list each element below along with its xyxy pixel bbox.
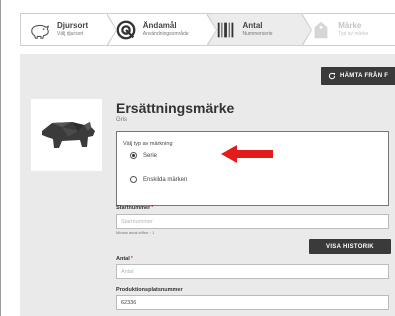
page-title: Ersättningsmärke <box>116 100 235 116</box>
step-title: Antal <box>242 21 263 30</box>
step-separator <box>105 13 117 47</box>
start-number-placeholder: Startnummer <box>121 218 153 225</box>
radio-button[interactable] <box>130 152 137 159</box>
count-label: Antal* <box>116 256 133 262</box>
count-placeholder: Antal <box>121 268 134 275</box>
radio-label: Enskilda märken <box>143 176 188 183</box>
marking-type-legend: Välj typ av märkning <box>123 141 173 147</box>
step-title: Djursort <box>57 21 89 30</box>
radio-option-enskilda[interactable]: Enskilda märken <box>130 176 187 183</box>
refresh-icon <box>328 72 336 80</box>
fetch-button[interactable]: HÄMTA FRÅN F <box>321 67 395 85</box>
fetch-button-label: HÄMTA FRÅN F <box>340 73 389 79</box>
step-separator <box>205 13 217 47</box>
red-arrow-annotation <box>221 145 273 163</box>
required-marker: * <box>151 205 154 211</box>
barcode-icon <box>217 22 233 37</box>
marking-type-group: Välj typ av märkning Serie Enskilda märk… <box>116 131 389 206</box>
step-subtitle: Användningsområde <box>142 31 189 37</box>
production-site-value: 62336 <box>121 299 137 306</box>
production-site-input[interactable]: 62336 <box>116 295 389 310</box>
pig-outline-icon <box>31 24 50 39</box>
radio-option-serie[interactable]: Serie <box>130 152 157 159</box>
start-number-hint: Minsta antal siffror : 1 <box>116 230 155 235</box>
ear-tag-icon <box>314 21 328 38</box>
step-subtitle: Välj djursort <box>57 31 84 37</box>
radio-button[interactable] <box>130 176 137 183</box>
step-title: Märke <box>338 21 362 30</box>
count-input[interactable]: Antal <box>116 264 389 279</box>
wizard-stepper: Djursort Välj djursort Ändamål Användnin… <box>20 13 395 47</box>
radio-label: Serie <box>143 152 158 159</box>
page-subtitle: Gris <box>116 117 127 123</box>
pig-icon <box>41 122 95 148</box>
start-number-input[interactable]: Startnummer <box>116 214 389 229</box>
start-number-label-text: Startnummer <box>116 205 151 211</box>
start-number-label: Startnummer* <box>116 205 153 211</box>
production-site-label: Produktionsplatsnummer <box>116 287 183 293</box>
show-history-button[interactable]: VISA HISTORIK <box>309 239 391 254</box>
step-subtitle: Typ av märke <box>338 31 369 37</box>
step-djursort[interactable]: Djursort Välj djursort <box>21 13 117 47</box>
count-label-text: Antal <box>116 256 130 262</box>
step-separator <box>301 13 313 47</box>
step-subtitle: Nummerserie <box>242 31 273 37</box>
step-marke[interactable]: Märke Typ av märke <box>302 14 395 45</box>
animal-card <box>31 99 102 171</box>
target-icon <box>116 20 136 39</box>
step-antal[interactable]: Antal Nummerserie <box>206 13 313 47</box>
step-andamal[interactable]: Ändamål Användningsområde <box>107 13 217 47</box>
required-marker: * <box>130 256 133 262</box>
step-title: Ändamål <box>142 21 177 30</box>
